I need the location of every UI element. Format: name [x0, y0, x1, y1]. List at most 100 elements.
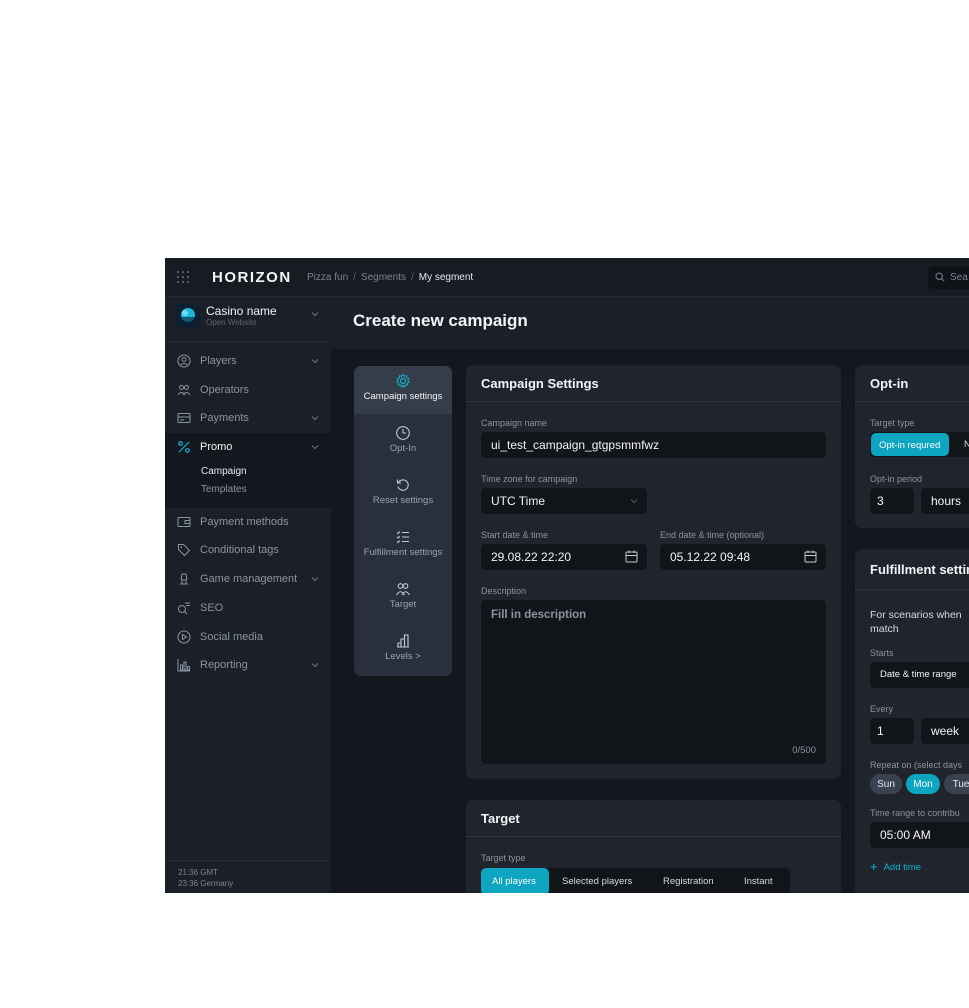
chevron-down-icon [311, 577, 319, 582]
chevron-down-icon [311, 445, 319, 450]
sidebar-item-social-media[interactable]: Social media [165, 623, 331, 652]
day-toggle-tue[interactable]: Tue [944, 774, 969, 794]
opt-in-required-option[interactable]: Opt-in requred [871, 433, 949, 456]
sidebar-item-seo[interactable]: SEO [165, 594, 331, 623]
gear-icon [396, 373, 410, 388]
fulfillment-description-line: match [870, 623, 899, 635]
timezone-select[interactable]: UTC Time [481, 488, 647, 514]
campaign-name-input[interactable]: ui_test_campaign_gtgpsmmfwz [481, 432, 826, 458]
option-label: Opt-in requred [879, 440, 941, 451]
breadcrumb-item[interactable]: Pizza fun [307, 272, 348, 283]
step-label: Reset settings [372, 495, 434, 506]
step-reset-settings[interactable]: Reset settings [354, 470, 452, 518]
sidebar-item-players[interactable]: Players [165, 347, 331, 376]
sidebar-subitem-templates[interactable]: Templates [201, 484, 247, 495]
divider [855, 589, 969, 590]
time-range-label: Time range to contribu [870, 808, 960, 818]
step-label: Campaign settings [363, 391, 443, 402]
opt-in-other-option[interactable]: N [964, 439, 969, 450]
chevron-down-icon [311, 663, 319, 668]
target-type-label: Target type [481, 853, 526, 863]
every-unit-select[interactable]: week [921, 718, 969, 744]
description-textarea[interactable]: Fill in description 0/500 [481, 600, 826, 764]
sidebar-item-label: Players [200, 355, 237, 367]
repeat-on-label: Repeat on (select days [870, 760, 963, 770]
open-website-link[interactable]: Open Website [206, 318, 257, 327]
character-counter: 0/500 [792, 745, 816, 756]
clock-icon [396, 426, 410, 440]
calendar-icon[interactable] [804, 550, 817, 563]
step-levels[interactable]: Levels > [354, 626, 452, 674]
calendar-icon[interactable] [625, 550, 638, 563]
opt-in-period-value: 3 [877, 494, 884, 508]
sidebar-item-label: Reporting [200, 659, 248, 672]
opt-in-period-input[interactable]: 3 [870, 488, 914, 514]
breadcrumb-item[interactable]: Segments [361, 272, 406, 283]
start-date-input[interactable]: 29.08.22 22:20 [481, 544, 647, 570]
casino-selector[interactable]: Casino name Open Website [165, 297, 331, 342]
promo-subnav: Campaign Templates [165, 461, 331, 508]
starts-select[interactable]: Date & time range [870, 662, 969, 688]
step-campaign-settings[interactable]: Campaign settings [354, 366, 452, 414]
divider [855, 401, 969, 402]
target-option-instant[interactable]: Instant [744, 876, 773, 887]
sidebar-subitem-campaign[interactable]: Campaign [201, 466, 247, 477]
sidebar-nav: Players Operators Payments Promo Campaig… [165, 347, 331, 680]
sidebar-item-promo[interactable]: Promo [165, 433, 331, 462]
divider [466, 401, 841, 402]
chevron-down-icon[interactable] [311, 311, 319, 317]
step-fulfillment-settings[interactable]: Fulfillment settings [354, 522, 452, 570]
every-input[interactable]: 1 [870, 718, 914, 744]
target-option-all-players[interactable]: All players [481, 868, 549, 893]
opt-in-period-label: Opt-in period [870, 474, 923, 484]
step-label: Fulfillment settings [363, 547, 443, 558]
timezone-label: Time zone for campaign [481, 474, 578, 484]
every-unit: week [931, 724, 960, 738]
chevron-down-icon [630, 499, 638, 504]
sidebar-item-label: Conditional tags [200, 544, 279, 557]
opt-in-period-unit-select[interactable]: hours [921, 488, 969, 514]
search-input[interactable]: Sea [928, 266, 969, 289]
user-circle-icon [177, 354, 191, 368]
day-label: Sun [877, 779, 895, 790]
horizon-logo[interactable]: HORIZON [212, 269, 292, 286]
sidebar-item-operators[interactable]: Operators [165, 376, 331, 405]
campaign-settings-card: Campaign Settings Campaign name ui_test_… [466, 365, 841, 779]
breadcrumb: Pizza fun / Segments / My segment [307, 272, 474, 283]
target-option-registration[interactable]: Registration [663, 876, 714, 887]
sidebar-item-payment-methods[interactable]: Payment methods [165, 508, 331, 537]
apps-grid-icon[interactable] [176, 270, 190, 284]
fulfillment-settings-card: Fulfillment settin For scenarios when ma… [855, 549, 969, 893]
fulfillment-description-line: For scenarios when [870, 609, 962, 621]
seo-icon [178, 602, 190, 615]
end-date-input[interactable]: 05.12.22 09:48 [660, 544, 826, 570]
target-type-segmented: All players Selected players Registratio… [481, 868, 790, 893]
card-title: Opt-in [870, 376, 909, 391]
day-toggle-sun[interactable]: Sun [870, 774, 902, 794]
step-target[interactable]: Target [354, 574, 452, 622]
payments-icon [177, 413, 191, 424]
search-placeholder: Sea [950, 272, 968, 283]
sidebar: Casino name Open Website Players Operato… [165, 297, 331, 893]
chart-icon [177, 659, 190, 672]
page-header: Create new campaign [331, 297, 969, 349]
step-opt-in[interactable]: Opt-In [354, 418, 452, 466]
start-date-value: 29.08.22 22:20 [491, 550, 572, 564]
sidebar-item-conditional-tags[interactable]: Conditional tags [165, 536, 331, 565]
sidebar-item-game-management[interactable]: Game management [165, 565, 331, 594]
wallet-icon [177, 516, 191, 527]
add-time-button[interactable]: + Add time [870, 859, 921, 874]
chevron-down-icon [311, 416, 319, 421]
every-value: 1 [877, 724, 884, 738]
end-date-label: End date & time (optional) [660, 530, 765, 540]
time-range-start-input[interactable]: 05:00 AM [870, 822, 969, 848]
breadcrumb-current: My segment [418, 272, 474, 283]
sidebar-item-payments[interactable]: Payments [165, 404, 331, 433]
clock-panel: 21:36 GMT 23:36 Germany [165, 860, 331, 893]
day-label: Mon [913, 779, 933, 790]
page-title: Create new campaign [353, 311, 528, 330]
day-toggle-mon[interactable]: Mon [906, 774, 940, 794]
sidebar-item-reporting[interactable]: Reporting [165, 651, 331, 680]
sidebar-item-label: Social media [200, 630, 263, 643]
target-option-selected-players[interactable]: Selected players [562, 876, 632, 887]
